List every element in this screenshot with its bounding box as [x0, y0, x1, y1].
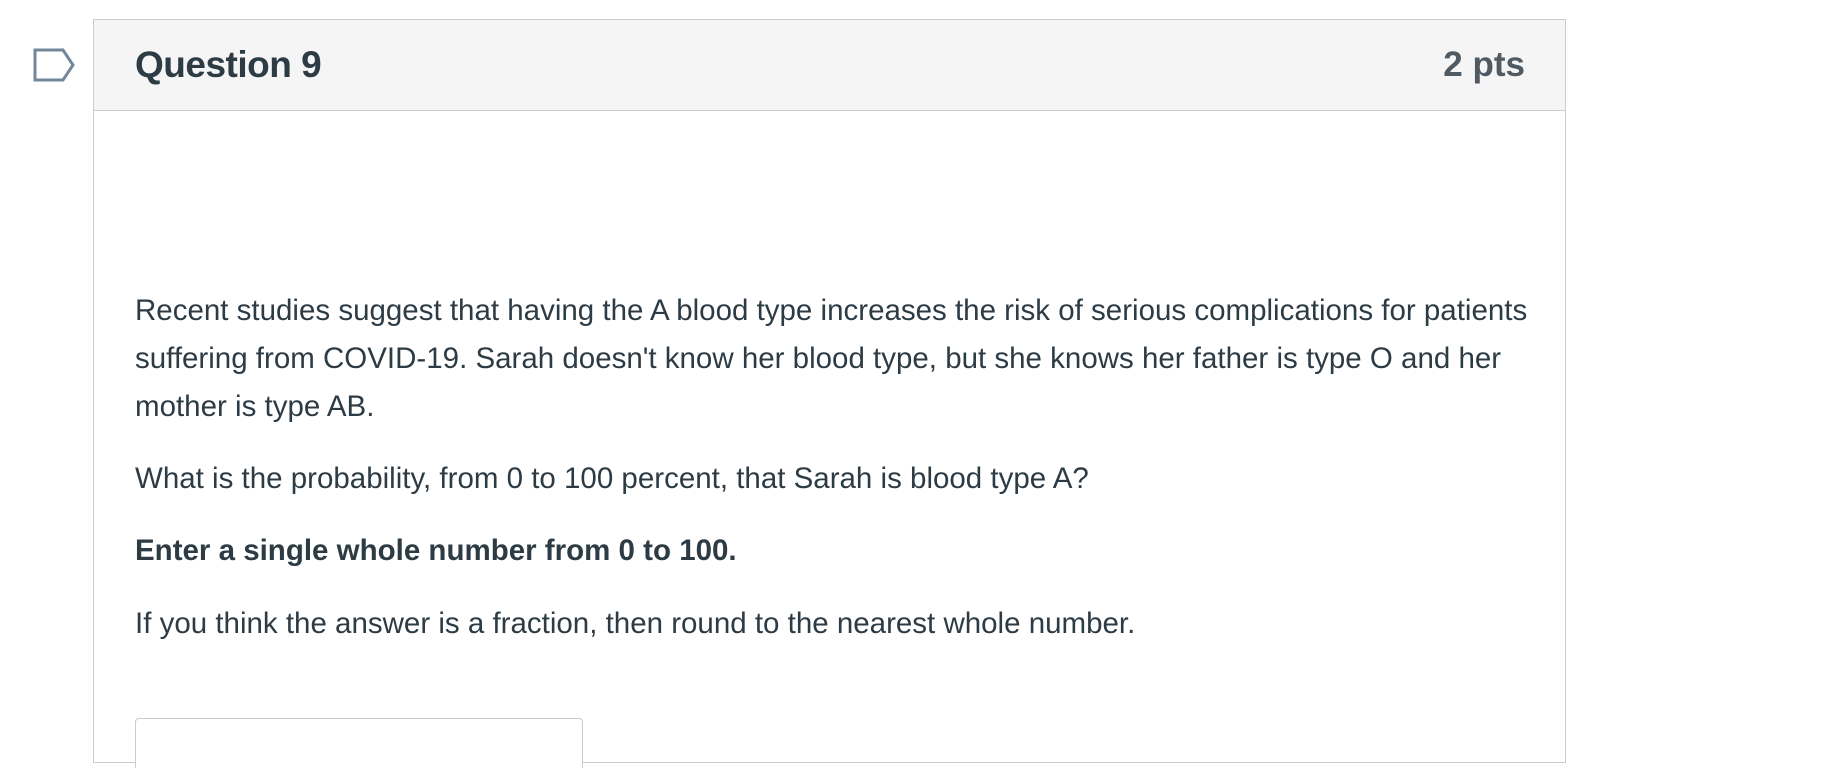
numeric-answer-input[interactable]	[135, 718, 583, 768]
question-card: Question 9 2 pts Recent studies suggest …	[93, 19, 1566, 768]
question-text-rounding-note: If you think the answer is a fraction, t…	[135, 607, 1136, 640]
question-header: Question 9 2 pts	[94, 20, 1565, 111]
question-title: Question 9	[135, 44, 322, 85]
question-text-instruction: Enter a single whole number from 0 to 10…	[135, 534, 737, 567]
question-text-prompt: What is the probability, from 0 to 100 p…	[135, 462, 1089, 495]
bookmark-flag-icon	[33, 48, 75, 82]
question-points: 2 pts	[1443, 45, 1525, 84]
quiz-page: Question 9 2 pts Recent studies suggest …	[0, 0, 1828, 768]
question-text-context: Recent studies suggest that having the A…	[135, 294, 1528, 423]
flag-question-icon[interactable]	[33, 48, 75, 82]
